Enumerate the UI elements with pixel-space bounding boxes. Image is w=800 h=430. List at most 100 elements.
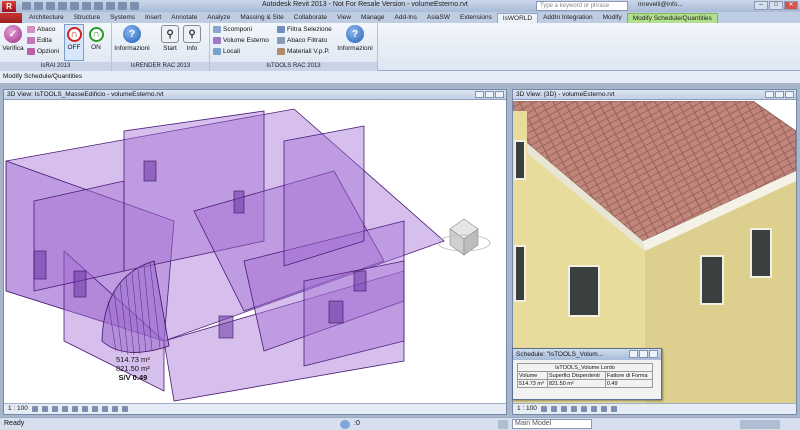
- schedule-restore-icon[interactable]: [639, 350, 648, 358]
- abaco-button[interactable]: Abaco: [27, 26, 55, 33]
- render-info-button[interactable]: ⚲ Info: [182, 25, 202, 52]
- tab-collaborate[interactable]: Collaborate: [289, 13, 332, 23]
- view-right-title[interactable]: 3D View: {3D} - volumeEsterno.rvt: [513, 90, 796, 100]
- print-icon[interactable]: [70, 2, 79, 10]
- tab-addin-integration[interactable]: AddIn Integration: [538, 13, 598, 23]
- restore-view-icon[interactable]: [485, 91, 494, 98]
- render-icon[interactable]: [580, 406, 587, 412]
- visual-style-icon[interactable]: [41, 406, 48, 412]
- revit-logo-icon[interactable]: R: [2, 0, 16, 12]
- 3d-view-icon[interactable]: [106, 2, 115, 10]
- tab-modify-schedule[interactable]: Modify Schedule/Quantities: [626, 13, 718, 23]
- view-right-scale[interactable]: 1 : 100: [517, 404, 537, 414]
- mass-model-drawing[interactable]: [4, 101, 506, 405]
- materiali-button[interactable]: Materiali V.p.P.: [277, 48, 330, 55]
- off-toggle-button[interactable]: ∩ OFF: [64, 24, 84, 61]
- show-crop-icon[interactable]: [600, 406, 607, 412]
- schedule-minimize-icon[interactable]: [629, 350, 638, 358]
- maximize-icon[interactable]: □: [769, 1, 783, 10]
- undo-icon[interactable]: [46, 2, 55, 10]
- open-icon[interactable]: [22, 2, 31, 10]
- tab-architecture[interactable]: Architecture: [24, 13, 69, 23]
- edita-button[interactable]: Edita: [27, 37, 52, 44]
- search-input[interactable]: Type a keyword or phrase: [536, 1, 628, 11]
- restore-view-icon[interactable]: [775, 91, 784, 98]
- close-view-icon[interactable]: [785, 91, 794, 98]
- tab-systems[interactable]: Systems: [105, 13, 140, 23]
- tab-structure[interactable]: Structure: [69, 13, 105, 23]
- view-left-title[interactable]: 3D View: IsTOOLS_MasseEdificio - volumeE…: [4, 90, 506, 100]
- close-icon[interactable]: ✕: [784, 1, 798, 10]
- options-bar: Modify Schedule/Quantities: [0, 71, 800, 84]
- verifica-button[interactable]: ✓ Verifica: [2, 25, 24, 52]
- reveal-hidden-icon[interactable]: [121, 406, 128, 412]
- on-label: ON: [91, 44, 101, 51]
- table-cell[interactable]: 514.73 m³: [517, 379, 548, 388]
- column-header[interactable]: Superfici Disperdenti: [546, 371, 606, 380]
- render-informazioni-button[interactable]: ? Informazioni: [114, 25, 150, 52]
- text-icon[interactable]: [94, 2, 103, 10]
- save-icon[interactable]: [34, 2, 43, 10]
- visual-style-icon[interactable]: [550, 406, 557, 412]
- measure-icon[interactable]: [82, 2, 91, 10]
- tab-manage[interactable]: Manage: [356, 13, 390, 23]
- temporary-hide-icon[interactable]: [111, 406, 118, 412]
- minimize-view-icon[interactable]: [765, 91, 774, 98]
- column-header[interactable]: Fattore di Forma: [604, 371, 654, 380]
- crop-view-icon[interactable]: [81, 406, 88, 412]
- render-icon[interactable]: [71, 406, 78, 412]
- crop-view-icon[interactable]: [590, 406, 597, 412]
- schedule-window[interactable]: Schedule: "IsTOOLS_Volum... IsTOOLS_Volu…: [512, 348, 662, 400]
- start-button[interactable]: ⚲ Start: [160, 25, 180, 52]
- on-toggle-button[interactable]: ∩ ON: [86, 25, 106, 51]
- scomponi-button[interactable]: Scomponi: [213, 26, 252, 33]
- active-model-select[interactable]: Main Model: [512, 419, 592, 429]
- sun-path-icon[interactable]: [51, 406, 58, 412]
- tab-massing-site[interactable]: Massing & Site: [235, 13, 288, 23]
- column-header[interactable]: Volume: [517, 371, 548, 380]
- tools-informazioni-button[interactable]: ? Informazioni: [337, 25, 373, 52]
- user-account[interactable]: mrevelli@info...: [638, 1, 683, 8]
- shadows-icon[interactable]: [61, 406, 68, 412]
- table-cell[interactable]: 821.50 m²: [546, 379, 606, 388]
- opzioni-button[interactable]: Opzioni: [27, 48, 59, 55]
- tab-insert[interactable]: Insert: [140, 13, 166, 23]
- lock-view-icon[interactable]: [610, 406, 617, 412]
- detail-level-icon[interactable]: [31, 406, 38, 412]
- minimize-view-icon[interactable]: [475, 91, 484, 98]
- mass-opening: [143, 160, 157, 182]
- application-menu-button[interactable]: [0, 13, 22, 23]
- redo-icon[interactable]: [58, 2, 67, 10]
- sun-path-icon[interactable]: [560, 406, 567, 412]
- locali-button[interactable]: Locali: [213, 48, 240, 55]
- section-icon[interactable]: [118, 2, 127, 10]
- filtra-selezione-button[interactable]: Filtra Selezione: [277, 26, 332, 33]
- tab-extensions[interactable]: Extensions: [455, 13, 497, 23]
- volume-esterno-button[interactable]: Volume Esterno: [213, 37, 269, 44]
- show-crop-icon[interactable]: [91, 406, 98, 412]
- thin-lines-icon[interactable]: [130, 2, 139, 10]
- close-view-icon[interactable]: [495, 91, 504, 98]
- schedule-table[interactable]: IsTOOLS_Volume Lordo Volume Superfici Di…: [517, 363, 654, 388]
- minimize-icon[interactable]: –: [754, 1, 768, 10]
- schedule-close-icon[interactable]: [649, 350, 658, 358]
- viewcube-icon[interactable]: [437, 218, 491, 256]
- tab-analyze[interactable]: Analyze: [202, 13, 235, 23]
- view-left[interactable]: 3D View: IsTOOLS_MasseEdificio - volumeE…: [3, 89, 507, 415]
- table-cell[interactable]: 0.49: [604, 379, 654, 388]
- tab-view[interactable]: View: [332, 13, 356, 23]
- worksets-icon[interactable]: [340, 420, 350, 429]
- tab-add-ins[interactable]: Add-Ins: [390, 13, 422, 23]
- detail-level-icon[interactable]: [540, 406, 547, 412]
- schedule-title-bar[interactable]: Schedule: "IsTOOLS_Volum...: [513, 349, 661, 360]
- view-left-scale[interactable]: 1 : 100: [8, 404, 28, 414]
- tab-asiasw[interactable]: AsiaSW: [422, 13, 455, 23]
- tab-isworld[interactable]: IsWORLD: [496, 13, 539, 23]
- abaco-filtrato-button[interactable]: Abaco Filtrato: [277, 37, 327, 44]
- design-options-icon[interactable]: [498, 420, 508, 429]
- tab-modify[interactable]: Modify: [598, 13, 627, 23]
- tab-annotate[interactable]: Annotate: [166, 13, 202, 23]
- shadows-icon[interactable]: [570, 406, 577, 412]
- lock-view-icon[interactable]: [101, 406, 108, 412]
- selection-filter-icon[interactable]: [740, 420, 780, 429]
